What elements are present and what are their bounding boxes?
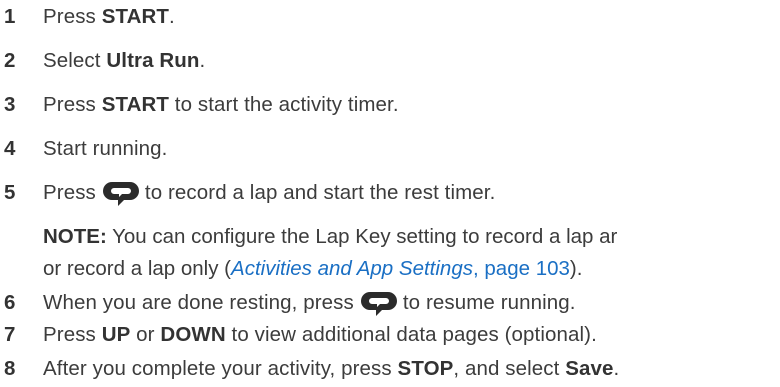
link-separator[interactable]: , bbox=[473, 257, 484, 280]
step-number: 8 bbox=[4, 357, 16, 380]
step-text: Select bbox=[43, 49, 107, 72]
note-label: NOTE: bbox=[43, 225, 107, 248]
key-up: UP bbox=[101, 323, 131, 346]
step-number: 7 bbox=[4, 323, 16, 346]
key-stop: STOP bbox=[397, 357, 454, 380]
step-text-mid: , and select bbox=[453, 357, 566, 380]
step-1: 1 Press START. bbox=[0, 0, 175, 34]
step-3: 3 Press START to start the activity time… bbox=[0, 88, 399, 122]
step-text-mid: or bbox=[130, 323, 161, 346]
link-title[interactable]: Activities and App Settings bbox=[231, 257, 473, 280]
step-text-end: . bbox=[199, 49, 206, 72]
step-text: Press bbox=[43, 323, 102, 346]
step-5: 5 Press to record a lap and start the re… bbox=[0, 176, 495, 210]
lap-key-icon bbox=[102, 182, 139, 206]
step-text-end: to view additional data pages (optional)… bbox=[225, 323, 597, 346]
step-text-end: to resume running. bbox=[402, 291, 576, 314]
step-2: 2 Select Ultra Run. bbox=[0, 44, 205, 78]
step-text: Press bbox=[43, 93, 102, 116]
step-text: Start running. bbox=[43, 137, 168, 160]
step-number: 6 bbox=[4, 291, 16, 314]
step-8: 8 After you complete your activity, pres… bbox=[0, 352, 619, 386]
step-4: 4 Start running. bbox=[0, 132, 167, 166]
step-text: Press bbox=[43, 5, 102, 28]
step-number: 3 bbox=[4, 93, 16, 116]
step-number: 2 bbox=[4, 49, 16, 72]
step-6: 6 When you are done resting, press to re… bbox=[0, 286, 576, 320]
key-start: START bbox=[101, 93, 170, 116]
step-number: 1 bbox=[4, 5, 16, 28]
link-page[interactable]: page 103 bbox=[484, 257, 570, 280]
step-text-end: . bbox=[169, 5, 175, 28]
note-text-end: ). bbox=[569, 257, 583, 280]
step-7: 7 Press UP or DOWN to view additional da… bbox=[0, 318, 597, 352]
step-text: Press bbox=[43, 181, 96, 204]
step-text: When you are done resting, press bbox=[43, 291, 354, 314]
lap-key-icon bbox=[360, 292, 397, 316]
step-text-end: to start the activity timer. bbox=[169, 93, 399, 116]
step-number: 4 bbox=[4, 137, 16, 160]
step-text-end: . bbox=[613, 357, 620, 380]
key-down: DOWN bbox=[160, 323, 226, 346]
note-line-2: or record a lap only (Activities and App… bbox=[43, 252, 582, 286]
cross-reference-link[interactable]: Activities and App Settings, page 103 bbox=[231, 257, 570, 281]
activity-ultra-run: Ultra Run bbox=[106, 49, 200, 72]
step-number: 5 bbox=[4, 181, 16, 204]
note-text: You can configure the Lap Key setting to… bbox=[106, 225, 618, 248]
step-text: After you complete your activity, press bbox=[43, 357, 398, 380]
note-text: or record a lap only ( bbox=[43, 257, 232, 280]
step-text-end: to record a lap and start the rest timer… bbox=[144, 181, 496, 204]
key-start: START bbox=[101, 5, 170, 28]
option-save: Save bbox=[565, 357, 614, 380]
note-line-1: NOTE: You can configure the Lap Key sett… bbox=[43, 220, 617, 254]
